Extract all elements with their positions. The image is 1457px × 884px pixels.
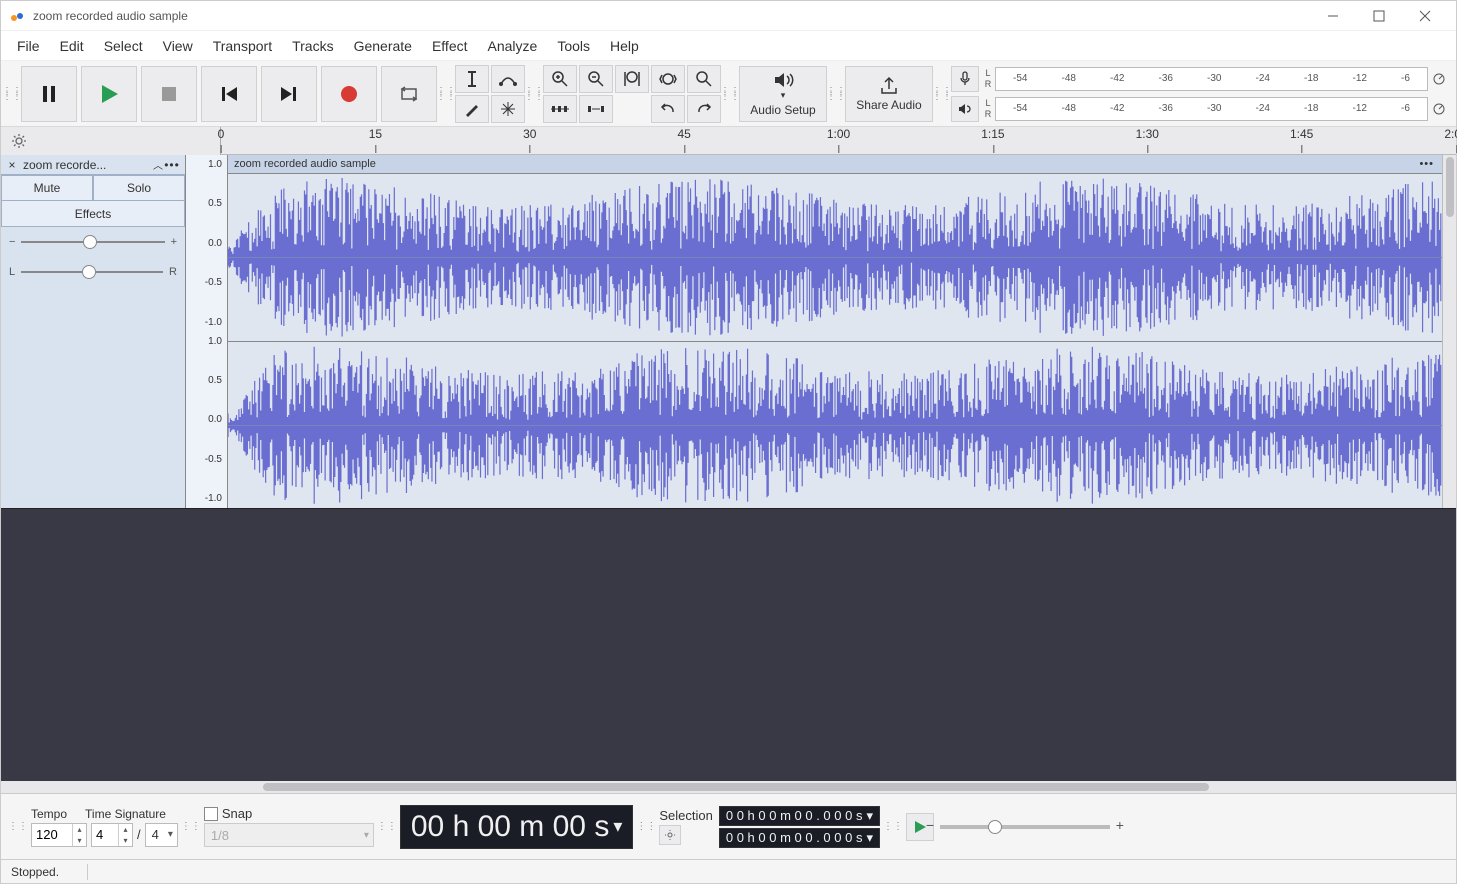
grip-icon[interactable]: ⋮⋮: [888, 800, 898, 854]
draw-tool-icon[interactable]: [455, 95, 489, 123]
gain-slider[interactable]: − +: [1, 227, 185, 257]
stop-button[interactable]: [141, 66, 197, 122]
time-position[interactable]: 00 h 00 m 00 s▾: [400, 805, 634, 849]
menu-generate[interactable]: Generate: [344, 34, 422, 58]
share-audio-button[interactable]: Share Audio: [845, 66, 933, 122]
vertical-scrollbar[interactable]: [1442, 155, 1456, 508]
redo-icon[interactable]: [687, 95, 721, 123]
window-title: zoom recorded audio sample: [33, 9, 188, 23]
selection-tool-icon[interactable]: [455, 65, 489, 93]
toolbar: ⋮⋮⋮⋮ ⋮⋮⋮⋮ ⋮⋮⋮⋮ ⋮⋮⋮⋮: [1, 61, 1456, 127]
speaker-icon[interactable]: [951, 96, 979, 122]
timeline-ruler[interactable]: 01530451:001:151:301:452:00: [221, 127, 1456, 154]
snap-value-select[interactable]: 1/8: [204, 823, 374, 847]
audio-setup-button[interactable]: ▾ Audio Setup: [739, 66, 827, 122]
mute-button[interactable]: Mute: [1, 175, 93, 201]
menubar: File Edit Select View Transport Tracks G…: [1, 31, 1456, 61]
timesig-label: Time Signature: [85, 807, 166, 821]
trim-icon[interactable]: [543, 95, 577, 123]
selection-label: Selection: [659, 808, 712, 823]
selection-start[interactable]: 0 0 h 0 0 m 0 0 . 0 0 0 s▾: [719, 806, 880, 826]
record-button[interactable]: [321, 66, 377, 122]
track-name[interactable]: zoom recorde...: [19, 158, 153, 172]
selection-end[interactable]: 0 0 h 0 0 m 0 0 . 0 0 0 s▾: [719, 828, 880, 848]
grip-icon[interactable]: ⋮⋮⋮⋮: [937, 67, 947, 121]
grip-icon[interactable]: ⋮⋮: [641, 800, 651, 854]
menu-tools[interactable]: Tools: [547, 34, 600, 58]
track-close-icon[interactable]: ×: [5, 158, 19, 172]
waveform-left[interactable]: [228, 173, 1442, 341]
pan-slider[interactable]: L R: [1, 257, 185, 287]
tempo-label: Tempo: [31, 807, 67, 821]
statusbar: Stopped.: [1, 859, 1456, 883]
status-text: Stopped.: [11, 865, 79, 879]
clip-title[interactable]: zoom recorded audio sample •••: [228, 155, 1442, 173]
loop-button[interactable]: [381, 66, 437, 122]
zoom-in-icon[interactable]: [543, 65, 577, 93]
menu-edit[interactable]: Edit: [50, 34, 94, 58]
empty-track-area[interactable]: [1, 509, 1456, 793]
app-icon: [9, 8, 25, 24]
waveform-right[interactable]: [228, 341, 1442, 509]
skip-end-button[interactable]: [261, 66, 317, 122]
fit-selection-icon[interactable]: [615, 65, 649, 93]
pause-button[interactable]: [21, 66, 77, 122]
amplitude-scale: 1.0 0.5 0.0 -0.5 -1.0 1.0 0.5 0.0 -0.5 -…: [186, 155, 228, 508]
selection-settings-icon[interactable]: [659, 825, 681, 845]
menu-transport[interactable]: Transport: [203, 34, 282, 58]
grip-icon[interactable]: ⋮⋮⋮⋮: [7, 67, 17, 121]
effects-button[interactable]: Effects: [1, 201, 185, 227]
timeline-settings-icon[interactable]: [11, 133, 27, 149]
menu-tracks[interactable]: Tracks: [282, 34, 343, 58]
grip-icon[interactable]: ⋮⋮: [186, 800, 196, 854]
tempo-input[interactable]: ▴▾: [31, 823, 87, 847]
playback-meter[interactable]: -54-48-42-36-30-24-18-12-6: [995, 97, 1428, 121]
titlebar: zoom recorded audio sample: [1, 1, 1456, 31]
grip-icon[interactable]: ⋮⋮⋮⋮: [529, 67, 539, 121]
track-control-panel: × zoom recorde... ︿ ••• Mute Solo Effect…: [1, 155, 186, 508]
grip-icon[interactable]: ⋮⋮⋮⋮: [725, 67, 735, 121]
meter-cap-icon: [1428, 67, 1450, 91]
meter-cap-icon: [1428, 97, 1450, 121]
timesig-den-select[interactable]: 4: [145, 823, 178, 847]
zoom-toggle-icon[interactable]: [687, 65, 721, 93]
mic-icon[interactable]: [951, 66, 979, 92]
menu-file[interactable]: File: [7, 34, 50, 58]
snap-checkbox[interactable]: [204, 807, 218, 821]
track-menu-icon[interactable]: •••: [163, 158, 181, 172]
recording-meter[interactable]: -54-48-42-36-30-24-18-12-6: [995, 67, 1428, 91]
fit-project-icon[interactable]: [651, 65, 685, 93]
menu-analyze[interactable]: Analyze: [478, 34, 548, 58]
menu-select[interactable]: Select: [94, 34, 153, 58]
grip-icon[interactable]: ⋮⋮⋮⋮: [441, 67, 451, 121]
silence-icon[interactable]: [579, 95, 613, 123]
playback-speed-slider[interactable]: [940, 825, 1110, 829]
clip-menu-icon[interactable]: •••: [1419, 158, 1434, 170]
grip-icon[interactable]: ⋮⋮: [382, 800, 392, 854]
zoom-palette: [543, 65, 721, 123]
multi-tool-icon[interactable]: [491, 95, 525, 123]
bottom-toolbar: ⋮⋮ Tempo Time Signature ▴▾ ▴▾ / 4 ⋮⋮ Sna…: [1, 793, 1456, 859]
envelope-tool-icon[interactable]: [491, 65, 525, 93]
minimize-button[interactable]: [1310, 1, 1356, 31]
solo-button[interactable]: Solo: [93, 175, 185, 201]
zoom-out-icon[interactable]: [579, 65, 613, 93]
tool-palette: [455, 65, 525, 123]
horizontal-scrollbar[interactable]: [1, 781, 1456, 793]
timesig-num-input[interactable]: ▴▾: [91, 823, 133, 847]
track-collapse-icon[interactable]: ︿: [153, 157, 163, 172]
skip-start-button[interactable]: [201, 66, 257, 122]
snap-label: Snap: [222, 806, 252, 821]
undo-icon[interactable]: [651, 95, 685, 123]
close-button[interactable]: [1402, 1, 1448, 31]
play-button[interactable]: [81, 66, 137, 122]
menu-help[interactable]: Help: [600, 34, 649, 58]
maximize-button[interactable]: [1356, 1, 1402, 31]
menu-view[interactable]: View: [153, 34, 203, 58]
grip-icon[interactable]: ⋮⋮⋮⋮: [831, 67, 841, 121]
grip-icon[interactable]: ⋮⋮: [13, 800, 23, 854]
menu-effect[interactable]: Effect: [422, 34, 478, 58]
